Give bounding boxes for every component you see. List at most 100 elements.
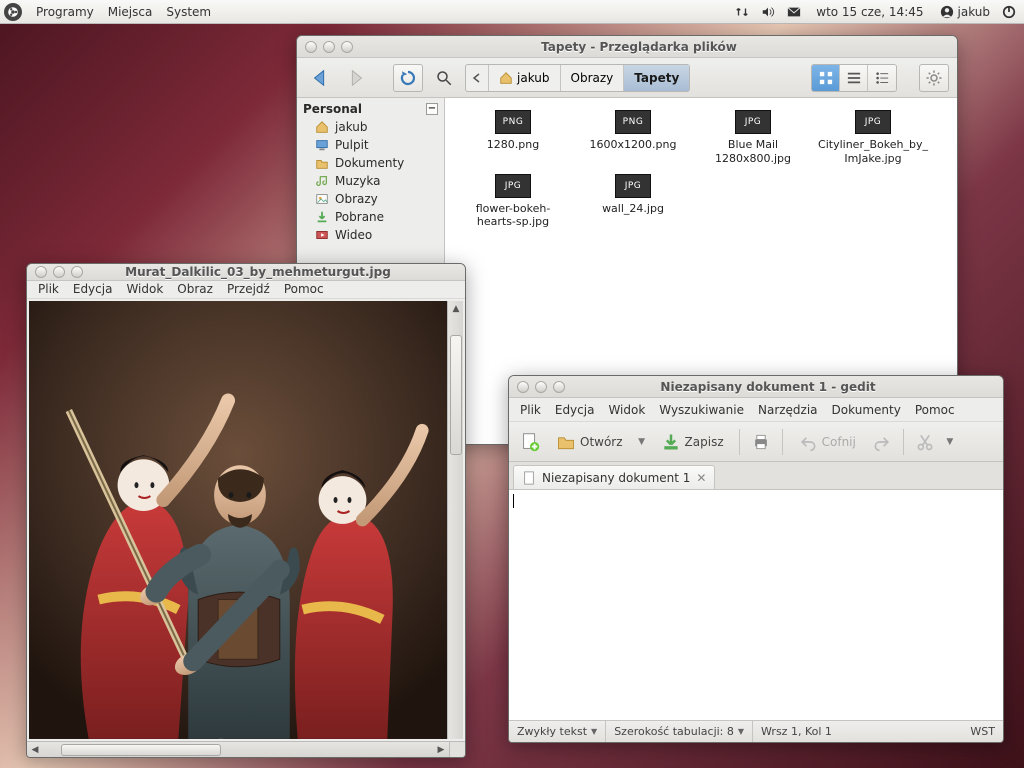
clock[interactable]: wto 15 cze, 14:45 [808,5,931,19]
sidebar-item-pulpit[interactable]: Pulpit [297,136,444,154]
file-name: 1280.png [485,138,541,152]
vertical-scrollbar[interactable]: ▲ [447,301,463,739]
ge-tabs: Niezapisany dokument 1 ✕ [509,462,1003,490]
undo-button[interactable]: Cofnij [789,427,865,457]
file-item[interactable]: JPGBlue Mail 1280x800.jpg [693,106,813,170]
settings-button[interactable] [919,64,949,92]
cut-button[interactable] [910,427,940,457]
ge-menu-search[interactable]: Wyszukiwanie [652,403,751,417]
path-home[interactable]: jakub [489,65,561,91]
section-collapse-icon[interactable]: − [426,103,438,115]
path-back-icon[interactable] [466,65,489,91]
ubuntu-logo-icon[interactable] [4,3,22,21]
close-button[interactable] [305,41,317,53]
view-compact-button[interactable] [868,65,896,91]
path-tapety[interactable]: Tapety [624,65,689,91]
iv-menu-file[interactable]: Plik [31,282,66,296]
minimize-button[interactable] [53,266,65,278]
iv-menu-go[interactable]: Przejdź [220,282,277,296]
print-button[interactable] [746,427,776,457]
editor-area[interactable] [509,490,1003,720]
status-insert-mode: WST [962,721,1003,742]
path-bar: jakub Obrazy Tapety [465,64,690,92]
file-item[interactable]: JPGCityliner_Bokeh_by_ImJake.jpg [813,106,933,170]
image-viewer-window: Murat_Dalkilic_03_by_mehmeturgut.jpg Pli… [26,263,466,758]
ge-tab-active[interactable]: Niezapisany dokument 1 ✕ [513,465,715,489]
close-button[interactable] [35,266,47,278]
power-icon[interactable] [998,5,1020,19]
maximize-button[interactable] [553,381,565,393]
ge-statusbar: Zwykły tekst▼ Szerokość tabulacji: 8▼ Wr… [509,720,1003,742]
file-item[interactable]: JPG wall_24.jpg [573,170,693,234]
status-syntax[interactable]: Zwykły tekst▼ [509,721,606,742]
horizontal-scrollbar[interactable]: ◀ ▶ [27,741,465,757]
minimize-button[interactable] [535,381,547,393]
save-button[interactable]: Zapisz [652,427,733,457]
view-list-button[interactable] [840,65,868,91]
panel-menu-places[interactable]: Miejsca [102,5,159,19]
iv-menu-help[interactable]: Pomoc [277,282,331,296]
iv-menu-image[interactable]: Obraz [170,282,220,296]
open-dropdown-icon[interactable]: ▼ [634,427,650,457]
fm-title: Tapety - Przeglądarka plików [361,40,957,54]
status-tabwidth[interactable]: Szerokość tabulacji: 8▼ [606,721,753,742]
open-button[interactable]: Otwórz [547,427,632,457]
ge-menu-edit[interactable]: Edycja [548,403,602,417]
panel-menu-programs[interactable]: Programy [30,5,100,19]
image-canvas[interactable] [29,301,447,739]
mail-icon[interactable] [782,5,806,19]
file-thumb: JPG [615,174,651,198]
file-thumb: PNG [495,110,531,134]
file-name: wall_24.jpg [600,202,666,216]
sidebar-item-muzyka[interactable]: Muzyka [297,172,444,190]
volume-icon[interactable] [756,5,780,19]
panel-menu-system[interactable]: System [160,5,217,19]
sidebar-item-obrazy[interactable]: Obrazy [297,190,444,208]
ge-title: Niezapisany dokument 1 - gedit [573,380,1003,394]
maximize-button[interactable] [341,41,353,53]
status-position: Wrsz 1, Kol 1 [753,721,840,742]
back-button[interactable] [305,64,335,92]
ge-menu-tools[interactable]: Narzędzia [751,403,825,417]
sidebar-item-wideo[interactable]: Wideo [297,226,444,244]
iv-menu-edit[interactable]: Edycja [66,282,120,296]
ge-menubar: Plik Edycja Widok Wyszukiwanie Narzędzia… [509,398,1003,422]
ge-menu-file[interactable]: Plik [513,403,548,417]
file-name: flower-bokeh-hearts-sp.jpg [455,202,571,230]
view-mode-toggle [811,64,897,92]
ge-menu-view[interactable]: Widok [601,403,652,417]
network-icon[interactable] [730,5,754,19]
tab-close-icon[interactable]: ✕ [696,471,706,485]
search-icon[interactable] [429,64,459,92]
iv-title: Murat_Dalkilic_03_by_mehmeturgut.jpg [91,265,465,279]
ge-menu-help[interactable]: Pomoc [908,403,962,417]
ge-toolbar: Otwórz ▼ Zapisz Cofnij ▼ [509,422,1003,462]
sidebar-item-dokumenty[interactable]: Dokumenty [297,154,444,172]
file-name: Blue Mail 1280x800.jpg [695,138,811,166]
maximize-button[interactable] [71,266,83,278]
forward-button[interactable] [341,64,371,92]
user-indicator[interactable]: jakub [934,5,997,19]
ge-titlebar[interactable]: Niezapisany dokument 1 - gedit [509,376,1003,398]
close-button[interactable] [517,381,529,393]
view-icons-button[interactable] [812,65,840,91]
toolbar-overflow-icon[interactable]: ▼ [942,427,958,457]
file-name: Cityliner_Bokeh_by_ImJake.jpg [815,138,931,166]
file-item[interactable]: PNG1600x1200.png [573,106,693,170]
ge-menu-documents[interactable]: Dokumenty [825,403,908,417]
document-icon [522,471,536,485]
iv-titlebar[interactable]: Murat_Dalkilic_03_by_mehmeturgut.jpg [27,264,465,281]
minimize-button[interactable] [323,41,335,53]
new-file-button[interactable] [515,427,545,457]
fm-toolbar: jakub Obrazy Tapety [297,58,957,98]
sidebar-item-jakub[interactable]: jakub [297,118,444,136]
file-item[interactable]: JPGflower-bokeh-hearts-sp.jpg [453,170,573,234]
sidebar-item-pobrane[interactable]: Pobrane [297,208,444,226]
file-item[interactable]: PNG 1280.png [453,106,573,170]
top-panel: Programy Miejsca System wto 15 cze, 14:4… [0,0,1024,24]
redo-button[interactable] [867,427,897,457]
iv-menu-view[interactable]: Widok [119,282,170,296]
fm-titlebar[interactable]: Tapety - Przeglądarka plików [297,36,957,58]
reload-button[interactable] [393,64,423,92]
path-obrazy[interactable]: Obrazy [561,65,625,91]
